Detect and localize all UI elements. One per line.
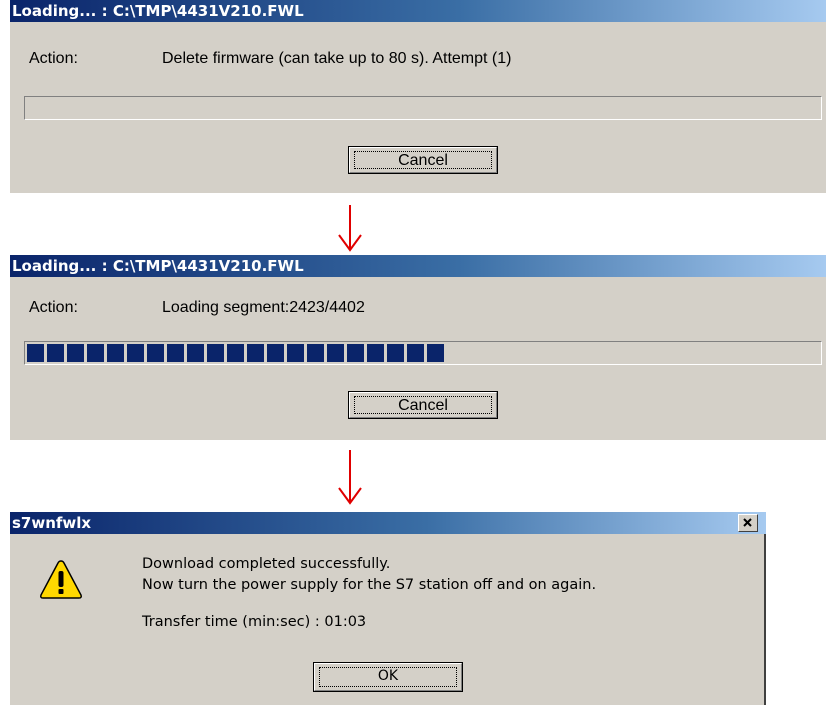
message-line-1: Download completed successfully. bbox=[142, 556, 391, 572]
cancel-button-label: Cancel bbox=[354, 396, 492, 414]
progress-block bbox=[67, 344, 84, 362]
ok-button-label: OK bbox=[319, 667, 457, 687]
dialog-1-title: Loading... : C:\TMP\4431V210.FWL bbox=[12, 2, 304, 20]
progress-block bbox=[327, 344, 344, 362]
loading-dialog-2: Loading... : C:\TMP\4431V210.FWL Action:… bbox=[10, 255, 826, 440]
action-label: Action: bbox=[29, 299, 78, 316]
close-icon bbox=[743, 518, 752, 527]
message-line-2: Now turn the power supply for the S7 sta… bbox=[142, 577, 597, 593]
progress-block bbox=[247, 344, 264, 362]
progress-bar bbox=[24, 96, 822, 120]
dialog-2-title: Loading... : C:\TMP\4431V210.FWL bbox=[12, 257, 304, 275]
action-text: Delete firmware (can take up to 80 s). A… bbox=[162, 50, 512, 67]
progress-block bbox=[227, 344, 244, 362]
dialog-2-title-bar[interactable]: Loading... : C:\TMP\4431V210.FWL bbox=[10, 255, 826, 277]
progress-block bbox=[87, 344, 104, 362]
close-button[interactable] bbox=[738, 514, 758, 532]
progress-block bbox=[407, 344, 424, 362]
ok-button[interactable]: OK bbox=[313, 662, 463, 692]
progress-block bbox=[367, 344, 384, 362]
cancel-button[interactable]: Cancel bbox=[348, 146, 498, 174]
progress-block bbox=[27, 344, 44, 362]
progress-block bbox=[127, 344, 144, 362]
action-text: Loading segment:2423/4402 bbox=[162, 299, 365, 316]
progress-bar bbox=[24, 341, 822, 365]
progress-block bbox=[147, 344, 164, 362]
progress-block bbox=[187, 344, 204, 362]
progress-block bbox=[107, 344, 124, 362]
progress-block bbox=[427, 344, 444, 362]
progress-block bbox=[387, 344, 404, 362]
loading-dialog-1: Loading... : C:\TMP\4431V210.FWL Action:… bbox=[10, 0, 826, 193]
cancel-button[interactable]: Cancel bbox=[348, 391, 498, 419]
progress-block bbox=[287, 344, 304, 362]
transfer-time: Transfer time (min:sec) : 01:03 bbox=[142, 614, 367, 630]
progress-block bbox=[267, 344, 284, 362]
progress-block bbox=[47, 344, 64, 362]
dialog-3-title: s7wnfwlx bbox=[12, 514, 92, 532]
completion-dialog: s7wnfwlx Download completed successfully… bbox=[10, 512, 766, 705]
arrow-down-icon bbox=[338, 450, 362, 505]
progress-block bbox=[167, 344, 184, 362]
warning-icon bbox=[40, 560, 82, 599]
arrow-down-icon bbox=[338, 205, 362, 252]
dialog-3-title-bar[interactable]: s7wnfwlx bbox=[10, 512, 766, 534]
dialog-1-title-bar[interactable]: Loading... : C:\TMP\4431V210.FWL bbox=[10, 0, 826, 22]
progress-block bbox=[207, 344, 224, 362]
cancel-button-label: Cancel bbox=[354, 151, 492, 169]
progress-block bbox=[307, 344, 324, 362]
progress-block bbox=[347, 344, 364, 362]
action-label: Action: bbox=[29, 50, 78, 67]
progress-fill bbox=[27, 344, 444, 362]
